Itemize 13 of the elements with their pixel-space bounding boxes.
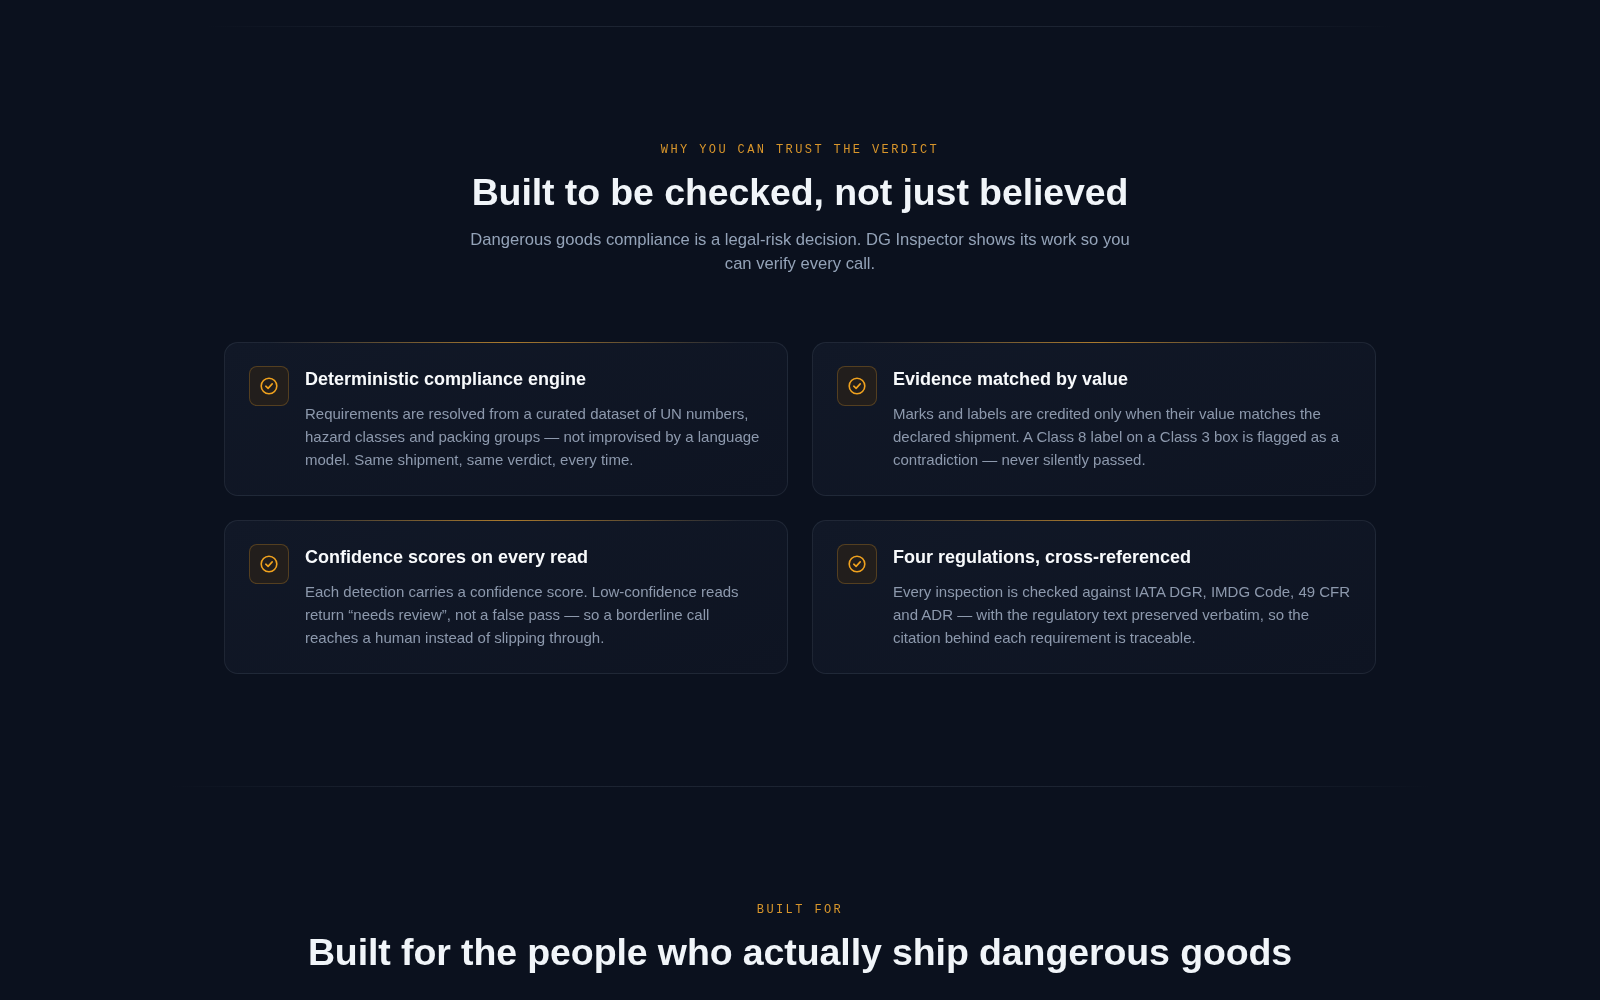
feature-description: Requirements are resolved from a curated dataset of UN numbers, hazard classes and packing groups — not improvised by a language model. Same shipment, same verdict, every time. xyxy=(305,404,761,470)
feature-title: Confidence scores on every read xyxy=(305,546,590,569)
feature-description: Every inspection is checked against IATA DGR, IMDG Code, 49 CFR and ADR — with the regulatory text preserved verbatim, so the citation behind each requirement is traceable. xyxy=(893,582,1352,648)
section-eyebrow: BUILT FOR xyxy=(756,902,844,918)
feature-title: Deterministic compliance engine xyxy=(305,368,588,391)
feature-description: Each detection carries a confidence score. Low-confidence reads return “needs review”, not a false pass — so a borderline call reaches a human instead of slipping through. xyxy=(305,582,740,648)
section-subtitle: Dangerous goods compliance is a legal-risk decision. DG Inspector shows its work so you can verify every call. xyxy=(469,229,1131,275)
feature-title: Evidence matched by value xyxy=(893,368,1130,391)
section-eyebrow: WHY YOU CAN TRUST THE VERDICT xyxy=(660,142,940,158)
section-heading: Built for the people who actually ship dangerous goods xyxy=(307,930,1293,975)
feature-description: Marks and labels are credited only when their value matches the declared shipment. A Class 8 label on a Class 3 box is flagged as a contradiction — never silently passed. xyxy=(893,404,1341,470)
feature-title: Four regulations, cross-referenced xyxy=(893,546,1193,569)
section-heading: Built to be checked, not just believed xyxy=(471,170,1129,215)
